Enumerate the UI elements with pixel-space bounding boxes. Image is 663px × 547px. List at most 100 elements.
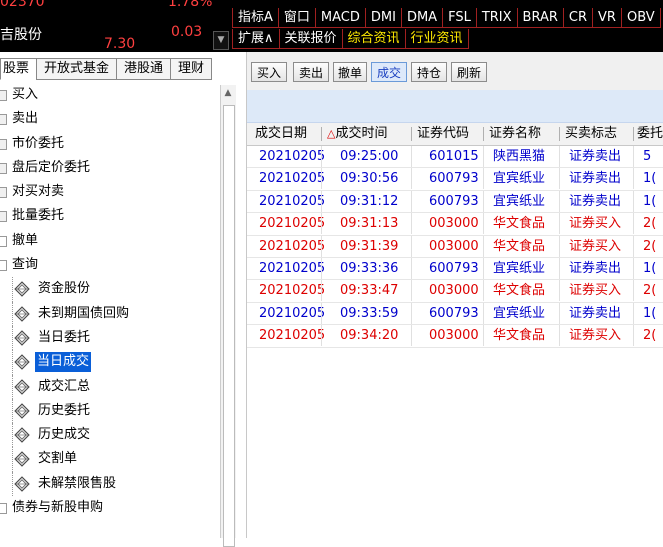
cell-side: 证券卖出 xyxy=(569,260,622,276)
indicator-tab[interactable]: VR xyxy=(592,8,622,28)
tree-item[interactable]: 未到期国债回购 xyxy=(0,301,220,326)
tree-item-label: 资金股份 xyxy=(38,281,91,297)
indicator-tab[interactable]: OBV xyxy=(620,8,661,28)
dropdown-arrow-icon[interactable]: ▼ xyxy=(213,31,229,50)
cell-side: 证券买入 xyxy=(569,283,622,299)
tab-fund[interactable]: 开放式基金 xyxy=(36,58,118,80)
table-row[interactable]: 20210205 09:31:12 600793 宜宾纸业 证券卖出 1( xyxy=(247,190,663,214)
cell-extra: 1( xyxy=(643,260,657,276)
info-tab[interactable]: 扩展∧ xyxy=(232,29,280,49)
cancel-order-button[interactable]: 撤单 xyxy=(333,62,367,82)
cell-divider xyxy=(633,235,634,257)
diamond-icon xyxy=(14,427,30,443)
info-tab[interactable]: 关联报价 xyxy=(278,29,343,49)
tree-item[interactable]: 债券与新股申购 xyxy=(0,496,220,520)
tree-item[interactable]: 当日委托 xyxy=(0,325,220,351)
buy-button[interactable]: 买入 xyxy=(251,62,287,82)
indicator-tab[interactable]: DMA xyxy=(400,8,444,28)
tree-item[interactable]: 对买对卖 xyxy=(0,180,220,204)
cell-divider xyxy=(633,190,634,212)
tree-item[interactable]: 未解禁限售股 xyxy=(0,471,220,497)
cell-code: 003000 xyxy=(429,216,479,232)
table-row[interactable]: 20210205 09:25:00 601015 陕西黑猫 证券卖出 5 xyxy=(247,146,663,169)
table-row[interactable]: 20210205 09:33:36 600793 宜宾纸业 证券卖出 1( xyxy=(247,257,663,281)
column-divider[interactable] xyxy=(483,127,484,141)
indicator-tab[interactable]: CR xyxy=(562,8,594,28)
table-row[interactable]: 20210205 09:31:39 003000 华文食品 证券买入 2( xyxy=(247,235,663,258)
tree-item-selected[interactable]: 当日成交 xyxy=(0,350,220,375)
column-header[interactable]: 委托 xyxy=(637,123,663,145)
tree-item-label: 未到期国债回购 xyxy=(38,305,130,321)
tree-item[interactable]: 查询 xyxy=(0,253,220,277)
tree-item[interactable]: 撤单 xyxy=(0,229,220,253)
deals-button[interactable]: 成交 xyxy=(371,62,407,82)
indicator-tab[interactable]: FSL xyxy=(442,8,477,28)
tree-item[interactable]: 成交汇总 xyxy=(0,374,220,399)
trade-panel: 买入 卖出 撤单 成交 持仓 刷新 成交日期 △成交时间 证券代码 证券名称 买卖标志 委托 202… xyxy=(247,52,663,538)
scroll-up-icon[interactable]: ▲ xyxy=(223,87,233,99)
column-header[interactable]: 证券名称 xyxy=(489,123,541,145)
scrollbar-thumb[interactable] xyxy=(223,105,235,547)
column-header[interactable]: △成交时间 xyxy=(327,123,387,145)
column-divider[interactable] xyxy=(411,127,412,141)
indicator-tab[interactable]: 指标A xyxy=(232,8,279,28)
cell-name: 华文食品 xyxy=(493,283,546,299)
cell-code: 003000 xyxy=(429,238,479,254)
tree-item[interactable]: 交割单 xyxy=(0,447,220,472)
tab-stock[interactable]: 股票 xyxy=(0,58,38,80)
tree-node-icon xyxy=(0,260,7,272)
tree-item-label: 查询 xyxy=(12,257,39,273)
column-divider[interactable] xyxy=(633,127,634,141)
column-divider[interactable] xyxy=(321,127,322,141)
tree-item-label: 撤单 xyxy=(12,232,39,248)
indicator-tab[interactable]: TRIX xyxy=(475,8,518,28)
tree-item[interactable]: 买入 xyxy=(0,83,220,107)
tree-scrollbar[interactable]: ▲ xyxy=(220,85,236,547)
tree-item[interactable]: 市价委托 xyxy=(0,132,220,156)
cell-code: 600793 xyxy=(429,193,479,209)
cell-divider xyxy=(633,257,634,279)
cell-divider xyxy=(559,235,560,257)
tab-wealth[interactable]: 理财 xyxy=(170,58,213,80)
table-row[interactable]: 20210205 09:30:56 600793 宜宾纸业 证券卖出 1( xyxy=(247,168,663,191)
cell-divider xyxy=(411,190,412,212)
cell-divider xyxy=(483,325,484,347)
table-row[interactable]: 20210205 09:31:13 003000 华文食品 证券买入 2( xyxy=(247,213,663,236)
cell-divider xyxy=(559,168,560,190)
cell-divider xyxy=(633,302,634,324)
indicator-tab[interactable]: DMI xyxy=(364,8,402,28)
cell-side: 证券买入 xyxy=(569,328,622,344)
tree-item[interactable]: 历史成交 xyxy=(0,423,220,448)
category-tabs: 股票 开放式基金 港股通 理财 xyxy=(0,58,213,80)
cell-extra: 2( xyxy=(643,238,657,254)
positions-button[interactable]: 持仓 xyxy=(411,62,447,82)
table-row[interactable]: 20210205 09:33:59 600793 宜宾纸业 证券卖出 1( xyxy=(247,302,663,326)
tree-item[interactable]: 资金股份 xyxy=(0,277,220,302)
tree-item[interactable]: 历史委托 xyxy=(0,398,220,424)
table-row[interactable]: 20210205 09:34:20 003000 华文食品 证券买入 2( xyxy=(247,325,663,348)
info-tab[interactable]: 综合资讯 xyxy=(341,29,406,49)
refresh-button[interactable]: 刷新 xyxy=(451,62,487,82)
sell-button[interactable]: 卖出 xyxy=(293,62,329,82)
tree-item[interactable]: 批量委托 xyxy=(0,204,220,228)
diamond-icon xyxy=(14,476,30,492)
tree-node-icon xyxy=(0,211,7,223)
tree-node-icon xyxy=(0,235,7,247)
table-row[interactable]: 20210205 09:33:47 003000 华文食品 证券买入 2( xyxy=(247,280,663,303)
info-tab[interactable]: 行业资讯 xyxy=(404,29,469,49)
cell-divider xyxy=(321,325,322,347)
cell-divider xyxy=(483,190,484,212)
indicator-tab[interactable]: 窗口 xyxy=(277,8,316,28)
cell-date: 20210205 xyxy=(259,149,326,164)
tree-item[interactable]: 卖出 xyxy=(0,107,220,131)
column-header[interactable]: 买卖标志 xyxy=(565,123,617,145)
cell-divider xyxy=(483,257,484,279)
tab-hk-connect[interactable]: 港股通 xyxy=(116,58,172,80)
indicator-tab[interactable]: BRAR xyxy=(516,8,564,28)
indicator-tab[interactable]: MACD xyxy=(314,8,366,28)
column-header[interactable]: 成交日期 xyxy=(255,123,307,145)
column-divider[interactable] xyxy=(559,127,560,141)
column-header[interactable]: 证券代码 xyxy=(417,123,469,145)
column-header-label: 成交时间 xyxy=(335,126,388,141)
tree-item[interactable]: 盘后定价委托 xyxy=(0,156,220,180)
